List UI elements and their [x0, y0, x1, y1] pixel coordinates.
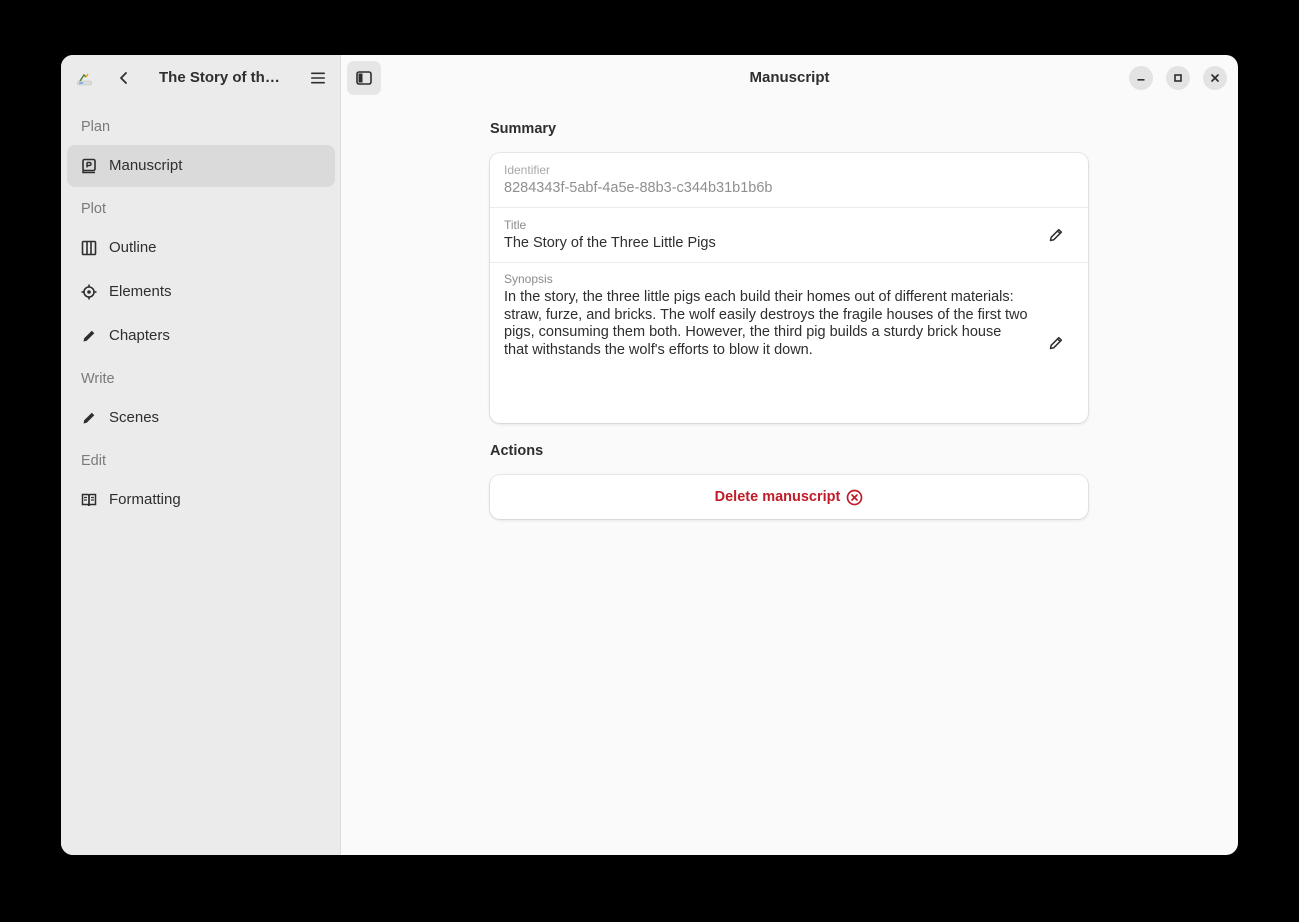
minimize-icon [1137, 79, 1145, 81]
section-label-plan: Plan [81, 119, 111, 135]
pencil-outline-icon [1049, 336, 1063, 350]
columns-icon [81, 240, 97, 256]
sidebar-item-formatting[interactable]: Formatting [67, 479, 335, 521]
identifier-label: Identifier [504, 163, 551, 177]
back-button[interactable] [112, 66, 136, 90]
section-label-edit: Edit [81, 453, 106, 469]
summary-heading: Summary [490, 121, 557, 137]
delete-manuscript-button[interactable]: Delete manuscript [490, 475, 1088, 519]
actions-heading: Actions [490, 443, 544, 459]
sidebar-item-outline[interactable]: Outline [67, 227, 335, 269]
pencil-icon [83, 330, 95, 342]
summary-card: Identifier 8284343f-5abf-4a5e-88b3-c344b… [490, 153, 1088, 423]
section-label-plot: Plot [81, 201, 106, 217]
sidebar-title: The Story of the Three Little Pigs [159, 69, 285, 86]
sidebar-item-label: Formatting [109, 491, 181, 508]
pencil-outline-icon [1049, 228, 1063, 242]
close-icon [1211, 74, 1219, 82]
title-label: Title [504, 218, 527, 232]
manuscript-icon [82, 158, 96, 174]
page-title: Manuscript [749, 69, 830, 86]
main-content: Manuscript Summary Identifier 8284343f-5… [341, 55, 1238, 855]
edit-title-button[interactable] [1042, 221, 1070, 249]
app-logo-icon [77, 73, 92, 86]
sidebar-item-label: Elements [109, 283, 172, 300]
delete-manuscript-label: Delete manuscript [714, 489, 841, 505]
sidebar-item-manuscript[interactable]: Manuscript [67, 145, 335, 187]
synopsis-label: Synopsis [504, 272, 553, 286]
sidebar-item-label: Chapters [109, 327, 170, 344]
edit-synopsis-button[interactable] [1042, 329, 1070, 357]
synopsis-row[interactable]: Synopsis In the story, the three little … [490, 263, 1088, 423]
maximize-icon [1174, 74, 1182, 82]
sidebar-item-elements[interactable]: Elements [67, 271, 335, 313]
sidebar-item-label: Outline [109, 239, 157, 256]
cancel-circle-icon [847, 489, 863, 505]
sidebar-item-chapters[interactable]: Chapters [67, 315, 335, 357]
identifier-value: 8284343f-5abf-4a5e-88b3-c344b31b1b6b [504, 180, 773, 196]
hamburger-menu-icon [311, 72, 325, 84]
title-row[interactable]: Title The Story of the Three Little Pigs [490, 208, 1088, 263]
sidebar-item-scenes[interactable]: Scenes [67, 397, 335, 439]
chevron-left-icon [120, 72, 127, 84]
book-open-icon [81, 493, 97, 507]
synopsis-value: In the story, the three little pigs each… [504, 289, 1028, 359]
crosshair-icon [81, 284, 97, 300]
main-menu-button[interactable] [306, 66, 330, 90]
title-value: The Story of the Three Little Pigs [504, 235, 716, 251]
sidebar-item-label: Scenes [109, 409, 160, 426]
pencil-icon [83, 412, 95, 424]
minimize-button[interactable] [1129, 66, 1153, 90]
app-window: The Story of the Three Little Pigs Plan … [61, 55, 1238, 855]
sidebar-item-label: Manuscript [109, 157, 183, 174]
maximize-button[interactable] [1166, 66, 1190, 90]
section-label-write: Write [81, 371, 115, 387]
sidebar-header: The Story of the Three Little Pigs [61, 55, 340, 101]
close-button[interactable] [1203, 66, 1227, 90]
identifier-row: Identifier 8284343f-5abf-4a5e-88b3-c344b… [490, 153, 1088, 208]
sidebar: The Story of the Three Little Pigs Plan … [61, 55, 341, 855]
